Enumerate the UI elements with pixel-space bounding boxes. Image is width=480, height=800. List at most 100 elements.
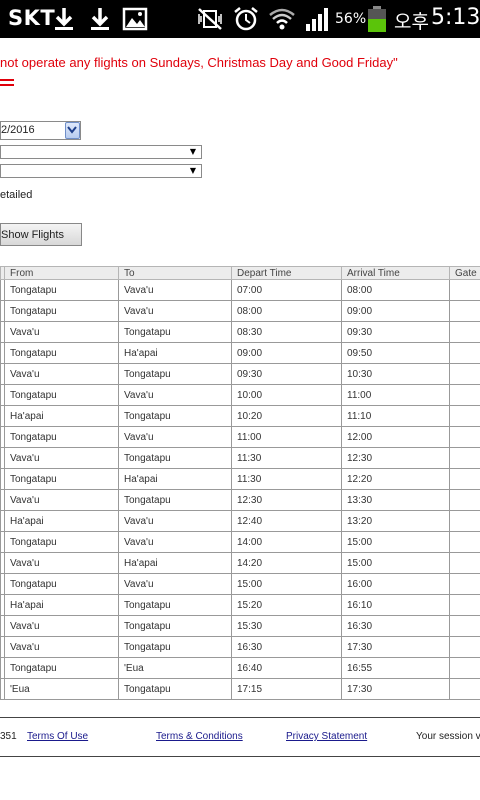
cell-to: Tongatapu <box>118 405 232 427</box>
cell-depart: 08:00 <box>231 300 342 322</box>
wifi-icon <box>268 5 296 33</box>
cell-gate <box>449 636 480 658</box>
battery-icon <box>367 6 387 32</box>
cell-depart: 09:00 <box>231 342 342 364</box>
cell-depart: 11:30 <box>231 447 342 469</box>
column-header-from[interactable]: From <box>4 266 119 280</box>
table-row: Tongatapu 'Eua 16:40 16:55 <box>0 657 480 679</box>
cell-from: Tongatapu <box>4 657 119 679</box>
table-row: Tongatapu Ha'apai 11:30 12:20 <box>0 468 480 490</box>
cell-gate <box>449 678 480 700</box>
cell-from: Tongatapu <box>4 573 119 595</box>
cell-depart: 17:15 <box>231 678 342 700</box>
table-row: Tongatapu Vava'u 10:00 11:00 <box>0 384 480 406</box>
cell-gate <box>449 615 480 637</box>
cell-to: Tongatapu <box>118 615 232 637</box>
cell-to: Tongatapu <box>118 489 232 511</box>
cell-arrival: 09:30 <box>341 321 450 343</box>
detailed-option-label[interactable]: etailed <box>0 189 32 201</box>
cell-gate <box>449 342 480 364</box>
column-header-to[interactable]: To <box>118 266 232 280</box>
cell-gate <box>449 447 480 469</box>
cell-to: Tongatapu <box>118 447 232 469</box>
cell-depart: 14:20 <box>231 552 342 574</box>
table-row: Tongatapu Vava'u 15:00 16:00 <box>0 573 480 595</box>
cell-from: Vava'u <box>4 489 119 511</box>
table-row: Tongatapu Vava'u 11:00 12:00 <box>0 426 480 448</box>
cell-from: Tongatapu <box>4 300 119 322</box>
cell-to: Ha'apai <box>118 342 232 364</box>
image-icon <box>121 5 149 33</box>
dropdown-arrow-icon: ▼ <box>189 147 196 156</box>
table-header-row: From To Depart Time Arrival Time Gate N <box>0 266 480 280</box>
date-select[interactable]: 2/2016 <box>0 121 81 140</box>
mute-vibrate-icon <box>196 5 224 33</box>
table-row: Vava'u Tongatapu 09:30 10:30 <box>0 363 480 385</box>
signal-icon <box>303 5 331 33</box>
cell-depart: 15:30 <box>231 615 342 637</box>
cell-gate <box>449 531 480 553</box>
cell-depart: 10:00 <box>231 384 342 406</box>
column-header-gate[interactable]: Gate N <box>449 266 480 280</box>
cell-to: Vava'u <box>118 384 232 406</box>
table-row: 'Eua Tongatapu 17:15 17:30 <box>0 678 480 700</box>
column-header-arrival-time[interactable]: Arrival Time <box>341 266 450 280</box>
cell-from: Vava'u <box>4 552 119 574</box>
to-select[interactable]: ▼ <box>0 164 202 178</box>
footer-code: 351 <box>0 731 17 742</box>
cell-gate <box>449 405 480 427</box>
privacy-statement-link[interactable]: Privacy Statement <box>286 731 367 742</box>
cell-arrival: 17:30 <box>341 636 450 658</box>
cell-arrival: 11:00 <box>341 384 450 406</box>
cell-arrival: 12:30 <box>341 447 450 469</box>
from-select[interactable]: ▼ <box>0 145 202 159</box>
cell-gate <box>449 426 480 448</box>
table-row: Ha'apai Vava'u 12:40 13:20 <box>0 510 480 532</box>
table-row: Vava'u Tongatapu 08:30 09:30 <box>0 321 480 343</box>
cell-gate <box>449 573 480 595</box>
table-row: Tongatapu Ha'apai 09:00 09:50 <box>0 342 480 364</box>
logo-fragment <box>0 72 14 86</box>
battery-percent: 56% <box>335 11 367 27</box>
table-row: Ha'apai Tongatapu 10:20 11:10 <box>0 405 480 427</box>
cell-depart: 11:30 <box>231 468 342 490</box>
table-row: Tongatapu Vava'u 14:00 15:00 <box>0 531 480 553</box>
table-row: Vava'u Ha'apai 14:20 15:00 <box>0 552 480 574</box>
cell-arrival: 15:00 <box>341 531 450 553</box>
cell-gate <box>449 594 480 616</box>
cell-from: Tongatapu <box>4 426 119 448</box>
cell-to: Tongatapu <box>118 678 232 700</box>
cell-from: 'Eua <box>4 678 119 700</box>
column-header-depart-time[interactable]: Depart Time <box>231 266 342 280</box>
cell-arrival: 09:00 <box>341 300 450 322</box>
cell-from: Tongatapu <box>4 384 119 406</box>
cell-depart: 08:30 <box>231 321 342 343</box>
download-icon <box>50 5 78 33</box>
cell-arrival: 16:30 <box>341 615 450 637</box>
cell-to: Vava'u <box>118 279 232 301</box>
cell-arrival: 16:55 <box>341 657 450 679</box>
cell-to: Ha'apai <box>118 552 232 574</box>
cell-depart: 14:00 <box>231 531 342 553</box>
cell-to: Vava'u <box>118 300 232 322</box>
cell-depart: 12:40 <box>231 510 342 532</box>
chevron-down-icon[interactable] <box>65 122 80 139</box>
cell-from: Ha'apai <box>4 594 119 616</box>
cell-to: Tongatapu <box>118 363 232 385</box>
cell-to: Ha'apai <box>118 468 232 490</box>
table-row: Ha'apai Tongatapu 15:20 16:10 <box>0 594 480 616</box>
cell-from: Vava'u <box>4 447 119 469</box>
cell-depart: 15:00 <box>231 573 342 595</box>
table-row: Tongatapu Vava'u 08:00 09:00 <box>0 300 480 322</box>
cell-from: Tongatapu <box>4 342 119 364</box>
status-bar: SKT 56% 오후 5:13 <box>0 0 480 38</box>
cell-to: Vava'u <box>118 531 232 553</box>
terms-of-use-link[interactable]: Terms Of Use <box>27 731 88 742</box>
terms-conditions-link[interactable]: Terms & Conditions <box>156 731 243 742</box>
table-row: Vava'u Tongatapu 15:30 16:30 <box>0 615 480 637</box>
show-flights-button[interactable]: Show Flights <box>0 223 82 246</box>
cell-arrival: 11:10 <box>341 405 450 427</box>
cell-arrival: 12:00 <box>341 426 450 448</box>
table-row: Tongatapu Vava'u 07:00 08:00 <box>0 279 480 301</box>
cell-gate <box>449 657 480 679</box>
